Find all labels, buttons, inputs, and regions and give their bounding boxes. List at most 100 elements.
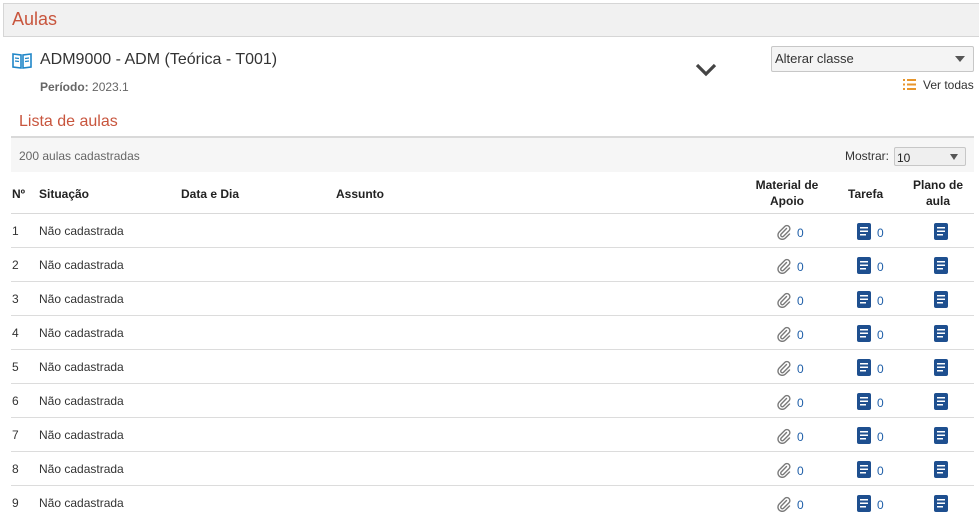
tarefa-count-link[interactable]: 0 (877, 498, 884, 512)
row-number: 7 (12, 428, 19, 442)
row-situacao: Não cadastrada (39, 428, 124, 442)
course-period: Período: 2023.1 (40, 80, 129, 94)
row-situacao: Não cadastrada (39, 462, 124, 476)
plano-document-icon[interactable] (934, 291, 948, 308)
table-row[interactable]: 2 Não cadastrada 0 0 (11, 248, 974, 282)
plano-document-icon[interactable] (934, 257, 948, 274)
paperclip-icon[interactable] (777, 496, 791, 513)
plano-document-icon[interactable] (934, 325, 948, 342)
table-row[interactable]: 9 Não cadastrada 0 0 (11, 486, 974, 519)
paperclip-icon[interactable] (777, 326, 791, 343)
row-number: 2 (12, 258, 19, 272)
select-caret-icon (955, 56, 965, 62)
period-label: Período: (40, 80, 89, 94)
paperclip-icon[interactable] (777, 462, 791, 479)
tarefa-count-link[interactable]: 0 (877, 362, 884, 376)
row-number: 3 (12, 292, 19, 306)
plano-document-icon[interactable] (934, 427, 948, 444)
row-number: 5 (12, 360, 19, 374)
table-row[interactable]: 7 Não cadastrada 0 0 (11, 418, 974, 452)
col-header-plano-line2: aula (925, 194, 950, 208)
col-header-data-dia: Data e Dia (181, 187, 240, 201)
table-row[interactable]: 4 Não cadastrada 0 0 (11, 316, 974, 350)
open-book-icon (12, 53, 32, 69)
material-count-link[interactable]: 0 (797, 430, 804, 444)
chevron-down-icon[interactable] (694, 62, 718, 78)
col-header-plano: Plano de aula (905, 177, 971, 209)
paperclip-icon[interactable] (777, 258, 791, 275)
ver-todas-link[interactable]: Ver todas (903, 78, 974, 92)
plano-document-icon[interactable] (934, 495, 948, 512)
course-name: ADM9000 - ADM (Teórica - T001) (40, 51, 278, 68)
material-count-link[interactable]: 0 (797, 464, 804, 478)
class-select-value: Alterar classe (775, 51, 854, 66)
material-count-link[interactable]: 0 (797, 294, 804, 308)
ver-todas-label: Ver todas (923, 78, 974, 92)
document-icon[interactable] (857, 291, 871, 308)
select-caret-icon (950, 154, 958, 160)
row-situacao: Não cadastrada (39, 496, 124, 510)
page-title: Aulas (12, 9, 58, 29)
row-situacao: Não cadastrada (39, 326, 124, 340)
material-count-link[interactable]: 0 (797, 226, 804, 240)
tarefa-count-link[interactable]: 0 (877, 328, 884, 342)
list-icon (903, 79, 916, 90)
table-row[interactable]: 8 Não cadastrada 0 0 (11, 452, 974, 486)
lessons-count: 200 aulas cadastradas (19, 149, 140, 163)
class-select[interactable]: Alterar classe (771, 46, 974, 72)
table-row[interactable]: 3 Não cadastrada 0 0 (11, 282, 974, 316)
row-number: 9 (12, 496, 19, 510)
material-count-link[interactable]: 0 (797, 396, 804, 410)
tarefa-count-link[interactable]: 0 (877, 226, 884, 240)
tarefa-count-link[interactable]: 0 (877, 294, 884, 308)
document-icon[interactable] (857, 427, 871, 444)
lista-title: Lista de aulas (19, 113, 118, 130)
table-row[interactable]: 5 Não cadastrada 0 0 (11, 350, 974, 384)
material-count-link[interactable]: 0 (797, 260, 804, 274)
document-icon[interactable] (857, 495, 871, 512)
document-icon[interactable] (857, 325, 871, 342)
col-header-num: Nº (12, 187, 26, 201)
plano-document-icon[interactable] (934, 461, 948, 478)
page-size-value: 10 (897, 151, 911, 165)
col-header-assunto: Assunto (336, 187, 384, 201)
period-value: 2023.1 (92, 80, 129, 94)
paperclip-icon[interactable] (777, 428, 791, 445)
material-count-link[interactable]: 0 (797, 498, 804, 512)
table-row[interactable]: 6 Não cadastrada 0 0 (11, 384, 974, 418)
col-header-situacao: Situação (39, 187, 90, 201)
row-number: 6 (12, 394, 19, 408)
plano-document-icon[interactable] (934, 223, 948, 240)
mostrar-label: Mostrar: (845, 149, 890, 163)
plano-document-icon[interactable] (934, 393, 948, 410)
row-situacao: Não cadastrada (39, 292, 124, 306)
row-situacao: Não cadastrada (39, 258, 124, 272)
tarefa-count-link[interactable]: 0 (877, 430, 884, 444)
table-toolbar: 200 aulas cadastradas Mostrar: 10 (11, 138, 974, 172)
paperclip-icon[interactable] (777, 394, 791, 411)
col-header-material-line1: Material de (755, 178, 819, 192)
tarefa-count-link[interactable]: 0 (877, 396, 884, 410)
paperclip-icon[interactable] (777, 224, 791, 241)
col-header-tarefa: Tarefa (848, 187, 884, 201)
document-icon[interactable] (857, 223, 871, 240)
col-header-material-line2: Apoio (770, 194, 804, 208)
paperclip-icon[interactable] (777, 360, 791, 377)
tarefa-count-link[interactable]: 0 (877, 464, 884, 478)
document-icon[interactable] (857, 461, 871, 478)
material-count-link[interactable]: 0 (797, 362, 804, 376)
page-size-select[interactable]: 10 (894, 147, 966, 166)
plano-document-icon[interactable] (934, 359, 948, 376)
row-situacao: Não cadastrada (39, 360, 124, 374)
material-count-link[interactable]: 0 (797, 328, 804, 342)
row-number: 1 (12, 224, 19, 238)
row-situacao: Não cadastrada (39, 394, 124, 408)
document-icon[interactable] (857, 359, 871, 376)
paperclip-icon[interactable] (777, 292, 791, 309)
col-header-material: Material de Apoio (746, 177, 828, 209)
table-row[interactable]: 1 Não cadastrada 0 0 (11, 214, 974, 248)
document-icon[interactable] (857, 257, 871, 274)
row-situacao: Não cadastrada (39, 224, 124, 238)
tarefa-count-link[interactable]: 0 (877, 260, 884, 274)
document-icon[interactable] (857, 393, 871, 410)
